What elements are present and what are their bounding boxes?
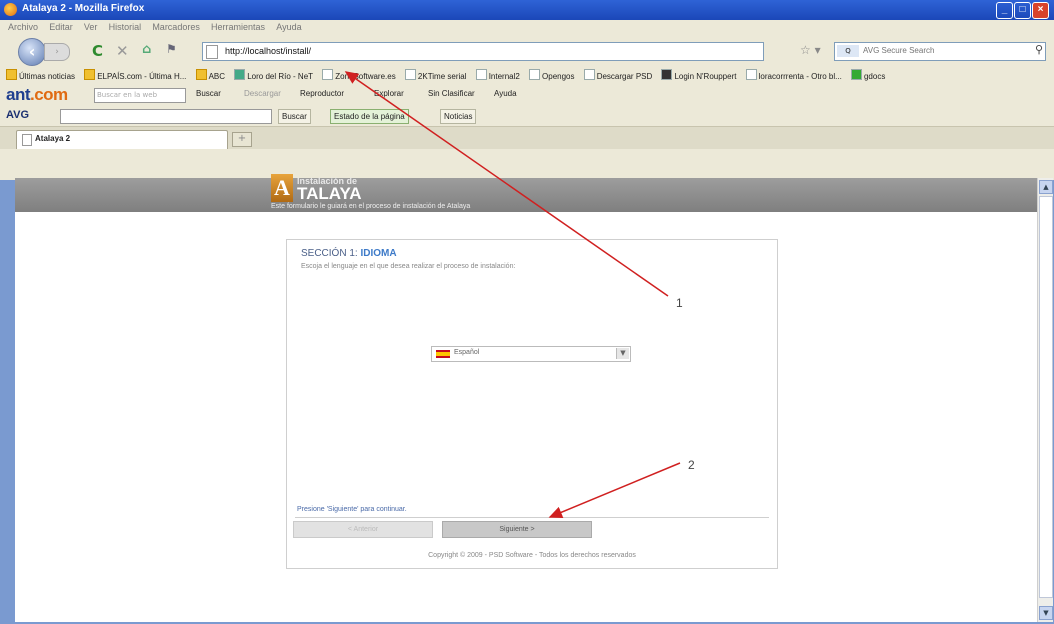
bookmark-item[interactable]: gdocs xyxy=(850,69,885,81)
reload-icon[interactable]: C xyxy=(92,42,103,60)
bookmark-item[interactable]: ELPAÍS.com - Última H... xyxy=(84,69,186,81)
bookmark-item[interactable]: 2KTime serial xyxy=(404,69,467,81)
tab-strip: Atalaya 2 + xyxy=(0,126,1054,149)
url-input[interactable] xyxy=(225,44,745,57)
search-bar[interactable]: Q ⚲ xyxy=(834,42,1046,61)
avg-toolbar: AVG Buscar Estado de la página Noticias xyxy=(0,106,1054,126)
page-icon xyxy=(322,69,334,80)
browser-chrome: Archivo Editar Ver Historial Marcadores … xyxy=(0,20,1054,180)
minimize-button[interactable]: _ xyxy=(996,2,1013,19)
scroll-thumb[interactable] xyxy=(1039,196,1053,598)
home-icon[interactable]: ⌂ xyxy=(142,42,151,57)
menu-bar: Archivo Editar Ver Historial Marcadores … xyxy=(0,20,1054,36)
ant-search-input[interactable]: Buscar en la web xyxy=(94,88,186,103)
ant-logo[interactable]: ant.com xyxy=(6,85,68,105)
addon-icon[interactable]: ⚑ xyxy=(166,42,177,56)
menu-ayuda[interactable]: Ayuda xyxy=(276,22,301,32)
divider xyxy=(295,517,769,518)
scroll-up-icon[interactable]: ▲ xyxy=(1039,180,1053,194)
bookmark-item[interactable]: loracorrrenta - Otro bl... xyxy=(745,69,842,81)
site-icon xyxy=(234,69,246,80)
scroll-down-icon[interactable]: ▼ xyxy=(1039,606,1053,620)
ant-explore-button[interactable]: Explorar xyxy=(374,89,404,98)
previous-button[interactable]: < Anterior xyxy=(293,521,433,538)
menu-ver[interactable]: Ver xyxy=(84,22,98,32)
spain-flag-icon xyxy=(436,350,450,358)
avg-logo[interactable]: AVG xyxy=(6,109,29,121)
ant-download-button[interactable]: Descargar xyxy=(244,89,281,98)
browser-window: Atalaya 2 - Mozilla Firefox _ □ × Archiv… xyxy=(0,0,1054,624)
search-engine-icon[interactable]: Q xyxy=(837,45,859,57)
bookmark-item[interactable]: ABC xyxy=(195,69,225,81)
bookmark-item[interactable]: Loro del Río - NeT xyxy=(234,69,313,81)
annotation-label-2: 2 xyxy=(688,458,695,472)
firefox-icon xyxy=(4,3,17,16)
bookmarks-toolbar: Últimas noticias ELPAÍS.com - Última H..… xyxy=(0,66,1054,84)
rss-icon xyxy=(84,69,96,80)
section-title: SECCIÓN 1: IDIOMA xyxy=(301,248,397,259)
avg-news-button[interactable]: Noticias xyxy=(440,109,477,124)
site-icon xyxy=(661,69,673,80)
page-icon xyxy=(583,69,595,80)
avg-search-button[interactable]: Buscar xyxy=(278,109,311,124)
stop-icon[interactable]: ✕ xyxy=(116,42,129,60)
copyright-text: Copyright © 2009 - PSD Software - Todos … xyxy=(428,552,636,559)
page-icon xyxy=(529,69,541,80)
window-title: Atalaya 2 - Mozilla Firefox xyxy=(22,3,145,14)
avg-search-input[interactable] xyxy=(60,109,272,124)
rss-icon xyxy=(195,69,207,80)
page-icon xyxy=(745,69,757,80)
bookmark-item[interactable]: Descargar PSD xyxy=(583,69,652,81)
new-tab-button[interactable]: + xyxy=(232,132,252,147)
section-description: Escoja el lenguaje en el que desea reali… xyxy=(301,263,516,270)
page-icon xyxy=(475,69,487,80)
bookmark-star-icon[interactable]: ☆ ▾ xyxy=(800,43,821,57)
menu-historial[interactable]: Historial xyxy=(109,22,142,32)
language-select[interactable]: Español ▼ xyxy=(431,346,631,362)
language-value: Español xyxy=(454,349,480,356)
url-bar[interactable] xyxy=(202,42,764,61)
menu-marcadores[interactable]: Marcadores xyxy=(152,22,200,32)
annotation-label-1: 1 xyxy=(676,296,683,310)
ant-unclassified-button[interactable]: Sin Clasificar xyxy=(428,89,475,98)
search-input[interactable] xyxy=(863,44,1003,57)
install-panel: SECCIÓN 1: IDIOMA Escoja el lenguaje en … xyxy=(286,239,778,569)
title-bar: Atalaya 2 - Mozilla Firefox _ □ × xyxy=(0,0,1054,20)
ant-search-button[interactable]: Buscar xyxy=(196,89,221,98)
page-icon xyxy=(404,69,416,80)
close-button[interactable]: × xyxy=(1032,2,1049,19)
ant-player-button[interactable]: Reproductor xyxy=(300,89,344,98)
bookmark-item[interactable]: Internal2 xyxy=(475,69,520,81)
ant-help-button[interactable]: Ayuda xyxy=(494,89,517,98)
page-icon xyxy=(22,134,32,146)
tab-atalaya[interactable]: Atalaya 2 xyxy=(16,130,228,149)
menu-editar[interactable]: Editar xyxy=(49,22,73,32)
atalaya-logo: A Instalación de TALAYA xyxy=(271,174,811,203)
page-icon xyxy=(206,45,218,59)
ant-toolbar: ant.com Buscar en la web Buscar Descarga… xyxy=(0,84,1054,106)
bookmark-item[interactable]: Opengos xyxy=(529,69,575,81)
site-icon xyxy=(850,69,862,80)
bookmark-item[interactable]: Login N'Rouppert xyxy=(661,69,736,81)
search-go-icon[interactable]: ⚲ xyxy=(1035,43,1043,56)
continue-hint: Presione 'Siguiente' para continuar. xyxy=(297,506,407,513)
menu-archivo[interactable]: Archivo xyxy=(8,22,38,32)
bookmark-item[interactable]: Últimas noticias xyxy=(6,69,75,81)
forward-button[interactable]: › xyxy=(44,43,70,61)
chevron-down-icon[interactable]: ▼ xyxy=(616,348,629,359)
vertical-scrollbar[interactable]: ▲ ▼ xyxy=(1037,178,1053,622)
rss-icon xyxy=(6,69,17,80)
next-button[interactable]: Siguiente > xyxy=(442,521,592,538)
logo-letter: A xyxy=(271,174,293,202)
bookmark-item[interactable]: ZoneSoftware.es xyxy=(322,69,396,81)
page-tagline: Este formulario le guiará en el proceso … xyxy=(271,203,471,210)
logo-title: TALAYA xyxy=(297,184,362,203)
navigation-bar: ‹ › C ✕ ⌂ ⚑ ☆ ▾ Q ⚲ xyxy=(0,36,1054,66)
menu-herramientas[interactable]: Herramientas xyxy=(211,22,265,32)
maximize-button[interactable]: □ xyxy=(1014,2,1031,19)
avg-page-status-button[interactable]: Estado de la página xyxy=(330,109,409,124)
back-button[interactable]: ‹ xyxy=(18,38,46,66)
